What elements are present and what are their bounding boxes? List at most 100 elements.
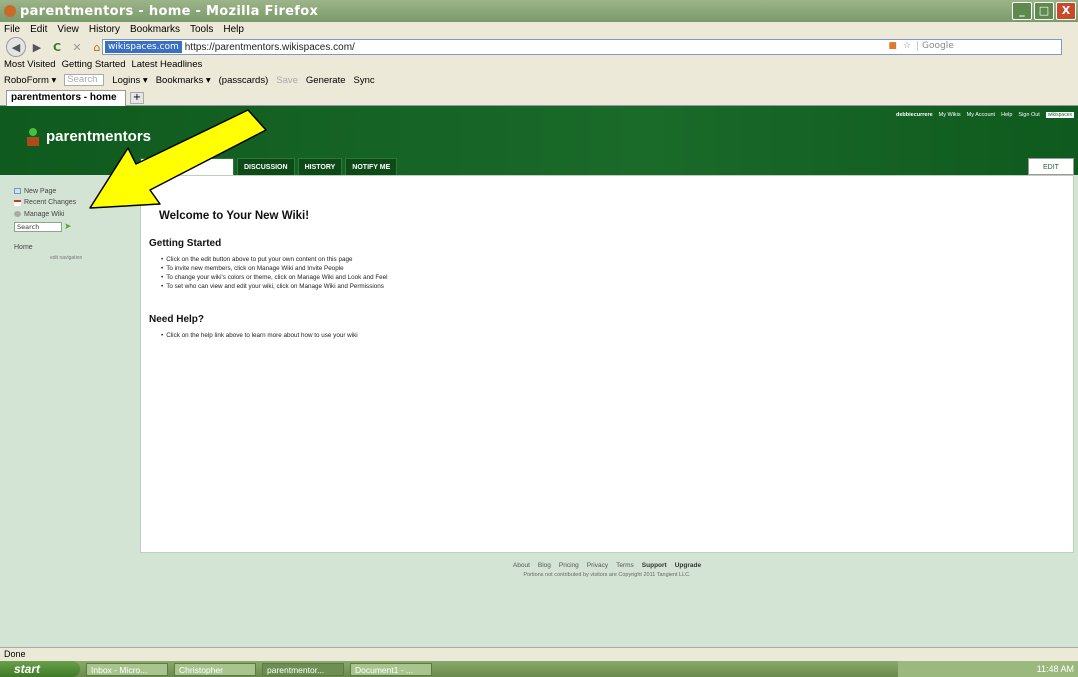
footer-support-link[interactable]: Support: [642, 562, 667, 569]
wiki-name[interactable]: parentmentors: [46, 128, 151, 145]
url-text[interactable]: https://parentmentors.wikispaces.com/: [185, 42, 355, 53]
reload-icon[interactable]: C: [48, 38, 66, 56]
logo-pot: [27, 137, 39, 146]
sign-out-link[interactable]: Sign Out: [1018, 112, 1039, 118]
my-account-link[interactable]: My Account: [967, 112, 995, 118]
sidebar-item-manage-wiki[interactable]: Manage Wiki: [14, 209, 134, 219]
page-title: Welcome to Your New Wiki!: [159, 210, 310, 222]
list-item: To change your wiki's colors or theme, c…: [161, 273, 387, 282]
list-item: To invite new members, click on Manage W…: [161, 264, 388, 273]
sidebar-item-label: Recent Changes: [24, 199, 77, 206]
sidebar-search-input[interactable]: Search: [14, 222, 62, 232]
menu-view[interactable]: View: [57, 24, 79, 35]
bookmark-getting-started[interactable]: Getting Started: [62, 59, 126, 70]
rss-icon[interactable]: ■: [888, 41, 897, 51]
window-title: parentmentors - home - Mozilla Firefox: [20, 3, 319, 19]
url-bar[interactable]: wikispaces.com https://parentmentors.wik…: [102, 39, 1062, 55]
roboform-save[interactable]: Save: [276, 75, 298, 86]
need-help-heading: Need Help?: [149, 314, 205, 325]
menu-edit[interactable]: Edit: [30, 24, 47, 35]
logo-leaf: [29, 128, 37, 136]
taskbar-item-inbox[interactable]: Inbox - Micro...: [86, 662, 168, 676]
edit-navigation-link[interactable]: edit navigation: [50, 255, 134, 261]
tab-notify-me[interactable]: NOTIFY ME: [345, 158, 398, 175]
list-item: To set who can view and edit your wiki, …: [161, 282, 388, 291]
taskbar-item-parentmentors[interactable]: parentmentor...: [262, 662, 344, 676]
wiki-logo-icon[interactable]: [26, 128, 40, 146]
roboform-bookmarks[interactable]: Bookmarks ▾: [156, 75, 211, 86]
bookmark-most-visited[interactable]: Most Visited: [4, 59, 56, 70]
bookmarks-toolbar: Most Visited Getting Started Latest Head…: [0, 57, 1078, 72]
getting-started-heading: Getting Started: [149, 238, 222, 249]
browser-tab-strip: parentmentors - home +: [0, 88, 1078, 106]
menu-history[interactable]: History: [89, 24, 120, 35]
sidebar-item-new-page[interactable]: New Page: [14, 186, 134, 196]
edit-button[interactable]: EDIT: [1028, 158, 1074, 175]
browser-tab-active[interactable]: parentmentors - home: [6, 90, 126, 106]
roboform-generate[interactable]: Generate: [306, 75, 346, 86]
search-engine-box[interactable]: Google: [917, 41, 1057, 51]
roboform-logins[interactable]: Logins ▾: [112, 75, 147, 86]
menu-help[interactable]: Help: [223, 24, 244, 35]
roboform-menu[interactable]: RoboForm ▾: [4, 75, 56, 86]
sidebar-item-recent-changes[interactable]: Recent Changes: [14, 198, 134, 208]
wiki-tabs: PAGE ▾ DISCUSSION HISTORY NOTIFY ME: [140, 158, 398, 175]
clock[interactable]: 11:48 AM: [1037, 664, 1074, 674]
maximize-button[interactable]: □: [1034, 2, 1054, 20]
tab-page[interactable]: PAGE ▾: [140, 158, 234, 175]
wiki-sidebar: New Page Recent Changes Manage Wiki Sear…: [14, 186, 134, 261]
sidebar-item-label: New Page: [24, 187, 57, 195]
close-button[interactable]: X: [1056, 2, 1076, 20]
window-controls: _ □ X: [1012, 2, 1076, 20]
forward-button-icon[interactable]: ▶: [28, 38, 46, 56]
new-page-icon: [14, 188, 21, 194]
my-wikis-link[interactable]: My Wikis: [939, 112, 961, 118]
list-item: Click on the edit button above to put yo…: [161, 255, 388, 264]
footer-copyright: Portions not contributed by visitors are…: [523, 572, 691, 578]
wiki-footer: About Blog Pricing Privacy Terms Support…: [140, 562, 1074, 578]
window-titlebar: parentmentors - home - Mozilla Firefox _…: [0, 0, 1078, 22]
sidebar-search: Search ➤: [14, 222, 134, 232]
firefox-icon: [4, 5, 16, 17]
stop-icon[interactable]: ✕: [68, 38, 86, 56]
footer-upgrade-link[interactable]: Upgrade: [675, 562, 701, 569]
system-tray: 11:48 AM: [898, 661, 1078, 677]
menu-tools[interactable]: Tools: [190, 24, 213, 35]
windows-taskbar: start Inbox - Micro... Christopher paren…: [0, 661, 1078, 677]
footer-pricing-link[interactable]: Pricing: [559, 562, 579, 569]
sidebar-item-label: Manage Wiki: [24, 210, 65, 218]
taskbar-item-christopher[interactable]: Christopher: [174, 662, 256, 676]
username-link[interactable]: debbiecurrere: [896, 112, 933, 118]
minimize-button[interactable]: _: [1012, 2, 1032, 20]
site-identity-badge[interactable]: wikispaces.com: [105, 41, 182, 53]
status-bar: Done: [0, 647, 1078, 661]
wiki-content-panel: Welcome to Your New Wiki! Getting Starte…: [140, 175, 1074, 553]
menu-file[interactable]: File: [4, 24, 20, 35]
footer-about-link[interactable]: About: [513, 562, 530, 569]
bookmark-star-icon[interactable]: ☆: [903, 41, 911, 51]
roboform-passcards[interactable]: (passcards): [219, 75, 269, 86]
tab-discussion[interactable]: DISCUSSION: [237, 158, 295, 175]
bookmark-latest-headlines[interactable]: Latest Headlines: [131, 59, 202, 70]
tab-history[interactable]: HISTORY: [297, 158, 343, 175]
new-tab-button[interactable]: +: [130, 92, 144, 104]
roboform-sync[interactable]: Sync: [354, 75, 375, 86]
taskbar-item-document1[interactable]: Document1 - ...: [350, 662, 432, 676]
footer-links: About Blog Pricing Privacy Terms Support…: [140, 562, 1074, 569]
list-item: Click on the help link above to learn mo…: [161, 331, 357, 340]
footer-terms-link[interactable]: Terms: [616, 562, 634, 569]
back-button-icon[interactable]: ◀: [6, 37, 26, 57]
roboform-toolbar: RoboForm ▾ Search Logins ▾ Bookmarks ▾ (…: [0, 72, 1078, 88]
user-bar: debbiecurrere My Wikis My Account Help S…: [896, 112, 1074, 118]
calendar-icon: [14, 199, 21, 206]
menu-bookmarks[interactable]: Bookmarks: [130, 24, 180, 35]
sidebar-home-link[interactable]: Home: [14, 244, 134, 251]
footer-privacy-link[interactable]: Privacy: [587, 562, 608, 569]
search-go-arrow-icon[interactable]: ➤: [64, 222, 72, 232]
start-button[interactable]: start: [0, 661, 80, 677]
footer-blog-link[interactable]: Blog: [538, 562, 551, 569]
help-link[interactable]: Help: [1001, 112, 1012, 118]
getting-started-list: Click on the edit button above to put yo…: [161, 255, 388, 291]
roboform-search-input[interactable]: Search: [64, 74, 105, 86]
wikispaces-badge[interactable]: wikispaces: [1045, 112, 1074, 118]
